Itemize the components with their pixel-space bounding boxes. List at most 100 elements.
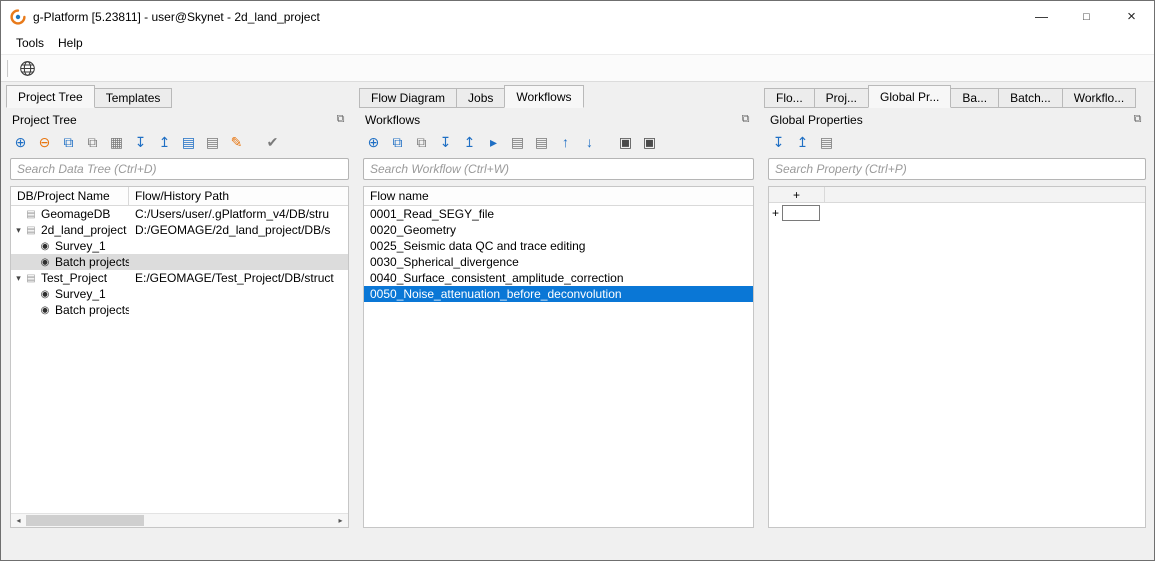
copy-workflow-icon[interactable]: ⧉ — [387, 132, 408, 153]
properties-table-icon[interactable]: ▤ — [816, 132, 837, 153]
tree-node-label: Survey_1 — [55, 239, 106, 253]
create-project-icon[interactable]: ⧉ — [58, 132, 79, 153]
tree-row-survey-1[interactable]: ◉ Survey_1 — [11, 238, 348, 254]
tab-flow-properties[interactable]: Flo... — [764, 88, 815, 108]
add-workflow-icon[interactable]: ⊕ — [363, 132, 384, 153]
batch-submit-icon[interactable]: ▣ — [615, 132, 636, 153]
scroll-left-icon[interactable]: ◂ — [11, 514, 26, 527]
tab-workflows[interactable]: Workflows — [504, 85, 583, 108]
tree-node-label: Test_Project — [41, 271, 107, 285]
add-property-row-label: + — [769, 206, 782, 220]
float-panel-icon[interactable]: ⧉ — [333, 113, 348, 127]
workflow-search-input[interactable] — [363, 158, 754, 180]
batch-monitor-icon[interactable]: ▣ — [639, 132, 660, 153]
move-flow-down-icon[interactable]: ↓ — [579, 132, 600, 153]
tab-batch-projects[interactable]: Batch... — [998, 88, 1063, 108]
database-icon: ▤ — [24, 273, 38, 284]
check-project-icon[interactable]: ✔ — [262, 132, 283, 153]
properties-table-header: + — [769, 187, 1145, 203]
collapse-arrow-icon[interactable]: ▾ — [11, 225, 24, 236]
workflow-report-icon[interactable]: ▤ — [531, 132, 552, 153]
column-db-project-name[interactable]: DB/Project Name — [11, 187, 129, 205]
menu-tools[interactable]: Tools — [9, 34, 51, 52]
workflows-dock: Flow Diagram Jobs Workflows Workflows ⧉ … — [359, 85, 758, 534]
global-properties-panel: Global Properties ⧉ ↧ ↥ ▤ + + — [764, 108, 1150, 534]
workflow-row[interactable]: 0025_Seismic data QC and trace editing — [364, 238, 753, 254]
app-window: g-Platform [5.23811] - user@Skynet - 2d_… — [0, 0, 1155, 561]
export-archive-icon[interactable]: ▤ — [202, 132, 223, 153]
tab-project-properties[interactable]: Proj... — [814, 88, 869, 108]
maximize-button[interactable]: □ — [1064, 1, 1109, 32]
tree-row-batch-projects-selected[interactable]: ◉ Batch projects — [11, 254, 348, 270]
move-flow-up-icon[interactable]: ↑ — [555, 132, 576, 153]
tree-row-batch-projects-test[interactable]: ◉ Batch projects — [11, 302, 348, 318]
float-panel-icon[interactable]: ⧉ — [738, 113, 753, 127]
tab-global-properties[interactable]: Global Pr... — [868, 85, 951, 108]
new-property-input[interactable] — [782, 205, 820, 221]
tab-workflow-properties[interactable]: Workflo... — [1062, 88, 1136, 108]
data-tree-search-input[interactable] — [10, 158, 349, 180]
property-search-input[interactable] — [768, 158, 1146, 180]
float-panel-icon[interactable]: ⧉ — [1130, 113, 1145, 127]
tab-project-tree[interactable]: Project Tree — [6, 85, 95, 108]
middle-tabbar: Flow Diagram Jobs Workflows — [359, 85, 758, 108]
export-properties-icon[interactable]: ↥ — [792, 132, 813, 153]
copy-project-icon[interactable]: ⧉ — [82, 132, 103, 153]
new-property-row[interactable]: + — [769, 203, 1145, 222]
workflow-row[interactable]: 0030_Spherical_divergence — [364, 254, 753, 270]
toolbar-drag-handle[interactable] — [7, 60, 10, 77]
globe-icon[interactable] — [15, 57, 39, 80]
tab-flow-diagram[interactable]: Flow Diagram — [359, 88, 457, 108]
column-flow-history-path[interactable]: Flow/History Path — [129, 187, 348, 205]
scroll-right-icon[interactable]: ▸ — [333, 514, 348, 527]
workflows-panel-title: Workflows — [365, 113, 420, 127]
scrollbar-thumb[interactable] — [26, 515, 144, 526]
scrollbar-track[interactable] — [26, 514, 333, 527]
tree-row-2d-land-project[interactable]: ▾ ▤ 2d_land_project D:/GEOMAGE/2d_land_p… — [11, 222, 348, 238]
project-tree-table: DB/Project Name Flow/History Path ▤ Geom… — [10, 186, 349, 528]
minimize-button[interactable]: — — [1019, 1, 1064, 32]
tab-jobs[interactable]: Jobs — [456, 88, 505, 108]
project-tree-dock: Project Tree Templates Project Tree ⧉ ⊕ … — [6, 85, 353, 534]
workflow-row[interactable]: 0040_Surface_consistent_amplitude_correc… — [364, 270, 753, 286]
collapse-arrow-icon[interactable]: ▾ — [11, 273, 24, 284]
clone-workflow-icon[interactable]: ⧉ — [411, 132, 432, 153]
run-workflow-icon[interactable]: ▸ — [483, 132, 504, 153]
export-workflow-icon[interactable]: ↥ — [459, 132, 480, 153]
main-toolbar — [1, 54, 1154, 82]
tree-row-geomagedb[interactable]: ▤ GeomageDB C:/Users/user/.gPlatform_v4/… — [11, 206, 348, 222]
tree-row-test-project[interactable]: ▾ ▤ Test_Project E:/GEOMAGE/Test_Project… — [11, 270, 348, 286]
export-project-icon[interactable]: ↥ — [154, 132, 175, 153]
batch-bullet-icon: ◉ — [38, 305, 52, 316]
workflows-table: Flow name 0001_Read_SEGY_file 0020_Geome… — [363, 186, 754, 528]
project-settings-icon[interactable]: ▦ — [106, 132, 127, 153]
add-database-icon[interactable]: ⊕ — [10, 132, 31, 153]
tree-row-survey-1-test[interactable]: ◉ Survey_1 — [11, 286, 348, 302]
import-archive-icon[interactable]: ▤ — [178, 132, 199, 153]
edit-project-icon[interactable]: ✎ — [226, 132, 247, 153]
database-icon: ▤ — [24, 225, 38, 236]
close-button[interactable]: × — [1109, 1, 1154, 32]
import-workflow-icon[interactable]: ↧ — [435, 132, 456, 153]
global-properties-toolbar: ↧ ↥ ▤ — [766, 128, 1148, 155]
workflow-row[interactable]: 0001_Read_SEGY_file — [364, 206, 753, 222]
tab-templates[interactable]: Templates — [94, 88, 173, 108]
properties-table: + + — [768, 186, 1146, 528]
import-properties-icon[interactable]: ↧ — [768, 132, 789, 153]
tab-batch[interactable]: Ba... — [950, 88, 999, 108]
tree-node-label: Batch projects — [55, 255, 129, 269]
title-bar[interactable]: g-Platform [5.23811] - user@Skynet - 2d_… — [1, 1, 1154, 32]
workflow-log-icon[interactable]: ▤ — [507, 132, 528, 153]
project-tree-table-header: DB/Project Name Flow/History Path — [11, 187, 348, 206]
horizontal-scrollbar[interactable]: ◂ ▸ — [11, 513, 348, 527]
workflow-row-selected[interactable]: 0050_Noise_attenuation_before_deconvolut… — [364, 286, 753, 302]
left-tabbar: Project Tree Templates — [6, 85, 353, 108]
workflow-row[interactable]: 0020_Geometry — [364, 222, 753, 238]
remove-database-icon[interactable]: ⊖ — [34, 132, 55, 153]
app-logo-icon — [10, 9, 26, 25]
import-project-icon[interactable]: ↧ — [130, 132, 151, 153]
window-controls: — □ × — [1019, 1, 1154, 32]
column-flow-name[interactable]: Flow name — [364, 187, 753, 206]
add-property-column-header[interactable]: + — [769, 187, 825, 202]
menu-help[interactable]: Help — [51, 34, 90, 52]
